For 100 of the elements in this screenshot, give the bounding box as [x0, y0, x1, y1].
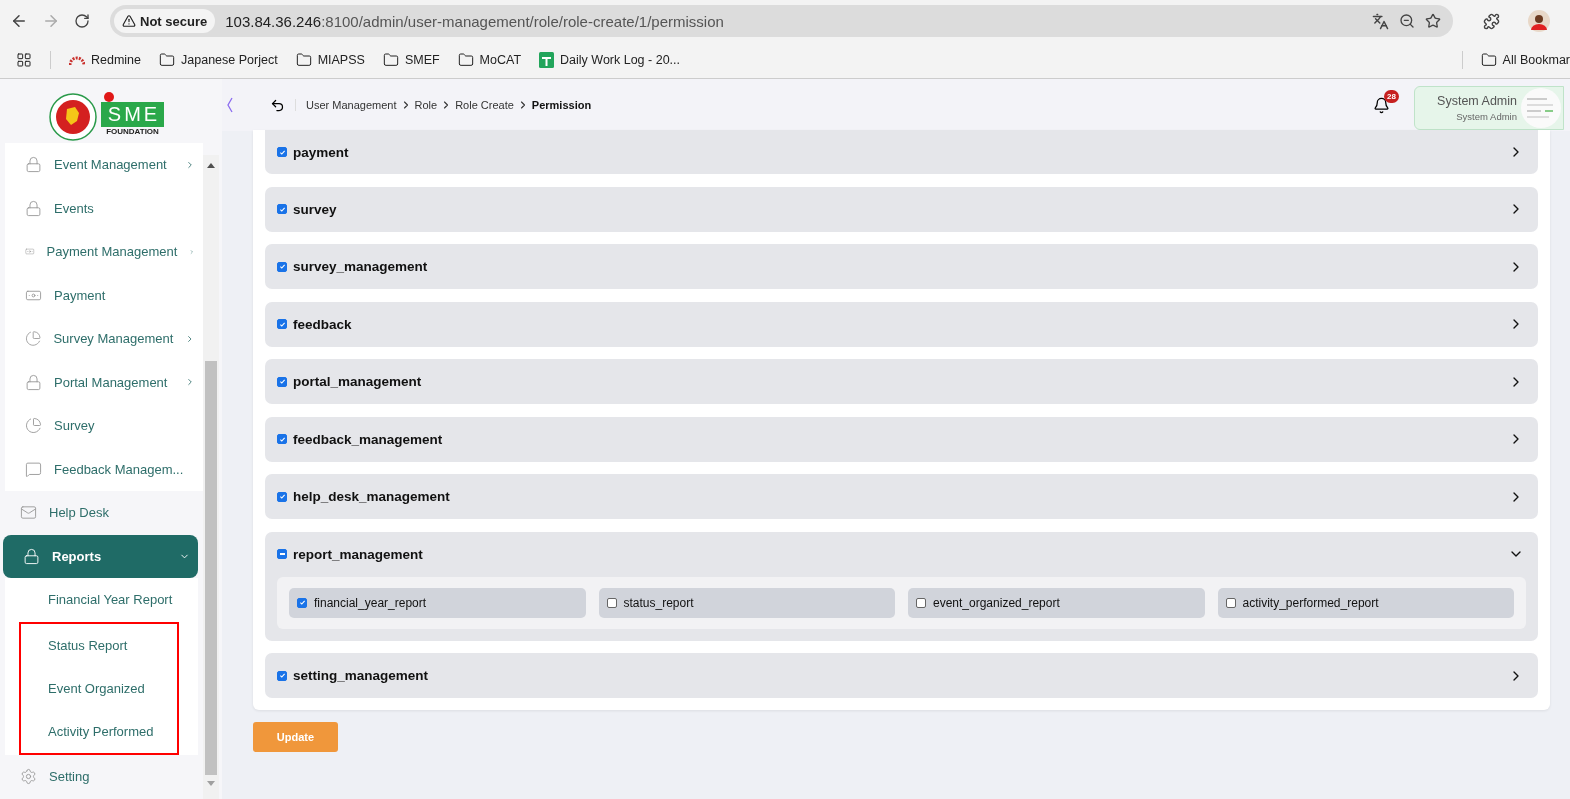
scroll-up-icon[interactable] [207, 163, 215, 169]
permission-option[interactable]: status_report [598, 587, 895, 618]
checkbox[interactable] [297, 597, 307, 608]
scrollbar-thumb[interactable] [205, 361, 217, 775]
sidebar-item[interactable]: Reports [3, 534, 198, 578]
tick-icon [278, 263, 286, 270]
notification-count: 28 [1384, 89, 1399, 103]
collapse-icon[interactable] [226, 97, 234, 113]
logo-word: SME [100, 102, 165, 127]
group-title[interactable]: report_management [293, 546, 1502, 562]
dot-icon [103, 92, 114, 102]
back-icon[interactable] [10, 12, 28, 30]
lock-icon [25, 156, 42, 174]
apps-icon[interactable] [16, 52, 32, 68]
lock-icon [25, 199, 42, 217]
sidebar-item[interactable]: Events [5, 186, 203, 230]
breadcrumb-link[interactable]: Role Create [455, 99, 514, 111]
sidebar-item[interactable]: Help Desk [0, 491, 203, 535]
breadcrumb-link[interactable]: Role [414, 99, 438, 111]
checkbox[interactable] [606, 597, 617, 608]
folder-icon [382, 52, 399, 68]
chat-icon [25, 460, 42, 478]
minus-icon [279, 553, 285, 555]
group-title[interactable]: payment [293, 144, 1502, 160]
security-label: Not secure [140, 13, 208, 29]
user-menu[interactable]: System Admin System Admin [1414, 86, 1564, 130]
checkbox[interactable] [277, 204, 287, 214]
folder-icon [457, 52, 474, 68]
settings-icon [20, 767, 37, 785]
checkbox[interactable] [277, 491, 287, 502]
translate-icon[interactable] [1372, 12, 1389, 30]
sidebar-item[interactable]: Payment Management [5, 230, 203, 274]
star-icon[interactable] [1425, 13, 1441, 29]
sidebar-item[interactable]: Survey [5, 404, 203, 448]
lock-icon [25, 373, 42, 391]
group-title[interactable]: feedback_management [293, 431, 1502, 447]
checkbox[interactable] [277, 434, 287, 444]
tick-icon [278, 435, 286, 443]
emblem-icon [48, 93, 97, 141]
tick-icon [278, 493, 286, 500]
breadcrumb-link[interactable]: User Management [306, 99, 397, 111]
bookmark-link[interactable]: MoCAT [457, 52, 522, 68]
reload-icon[interactable] [74, 13, 90, 29]
sidebar-item[interactable]: Survey Management [5, 317, 203, 361]
folder-icon [295, 52, 312, 68]
permission-option[interactable]: financial_year_report [289, 587, 586, 618]
submenu-link[interactable]: Financial Year Report [5, 578, 198, 622]
zoom-icon[interactable] [1399, 13, 1415, 29]
mail-icon [20, 504, 37, 522]
address-field[interactable]: 103.84.36.246:8100/admin/user-management/role/role-create/1/permission [225, 12, 1362, 30]
bookmark-link[interactable]: All Bookmar [1480, 52, 1570, 68]
group-title[interactable]: setting_management [293, 668, 1502, 683]
group-title[interactable]: survey [293, 201, 1502, 217]
sidebar-item[interactable]: Portal Management [5, 360, 203, 404]
security-chip[interactable]: Not secure [114, 9, 216, 33]
sidebar-item[interactable]: Event Management [5, 143, 203, 187]
logo-subtitle: FOUNDATION [106, 127, 159, 136]
group-title[interactable]: portal_management [293, 374, 1502, 389]
permission-option[interactable]: event_organized_report [908, 587, 1205, 618]
group-title[interactable]: help_desk_management [293, 489, 1502, 504]
submenu-link[interactable]: Activity Performed [21, 709, 177, 753]
sheet-icon [539, 52, 555, 68]
sidebar-item[interactable]: Setting [0, 754, 203, 798]
tick-icon [278, 672, 286, 679]
bookmark-link[interactable]: Daily Work Log - 20... [539, 52, 680, 68]
extensions-icon[interactable] [1483, 12, 1500, 30]
tick-icon [278, 320, 286, 328]
tick-icon [278, 148, 286, 156]
checkbox[interactable] [277, 147, 287, 157]
folder-icon [1480, 52, 1497, 68]
lock-icon [23, 547, 40, 565]
tick-icon [278, 205, 286, 213]
bookmark-link[interactable]: SMEF [382, 52, 440, 68]
permission-option[interactable]: activity_performed_report [1217, 587, 1514, 618]
checkbox[interactable] [277, 549, 287, 559]
pie-chart-icon [25, 330, 42, 348]
submenu-link[interactable]: Event Organized [21, 666, 177, 710]
back-icon[interactable] [270, 97, 285, 113]
checkbox[interactable] [916, 597, 926, 608]
group-title[interactable]: survey_management [293, 259, 1502, 274]
folder-icon [159, 52, 176, 68]
bookmark-link[interactable]: Japanese Porject [159, 52, 278, 68]
sidebar-item[interactable]: Feedback Managem... [5, 447, 203, 491]
tick-icon [278, 378, 286, 385]
checkbox[interactable] [277, 261, 287, 272]
checkbox[interactable] [1225, 597, 1236, 608]
checkbox[interactable] [277, 376, 287, 387]
checkbox[interactable] [277, 670, 287, 681]
avatar-icon[interactable] [1528, 10, 1550, 32]
pie-chart-icon [25, 417, 42, 435]
bookmark-link[interactable]: MIAPSS [295, 52, 365, 68]
group-title[interactable]: feedback [293, 316, 1502, 332]
warning-icon [122, 14, 136, 28]
bookmark-link[interactable]: Redmine [69, 53, 142, 67]
sidebar-item[interactable]: Payment [5, 273, 203, 317]
checkbox[interactable] [277, 319, 287, 329]
submenu-link[interactable]: Status Report [21, 623, 177, 667]
user-name: System Admin [1437, 94, 1517, 108]
redmine-icon [69, 54, 85, 66]
user-role: System Admin [1456, 111, 1517, 122]
